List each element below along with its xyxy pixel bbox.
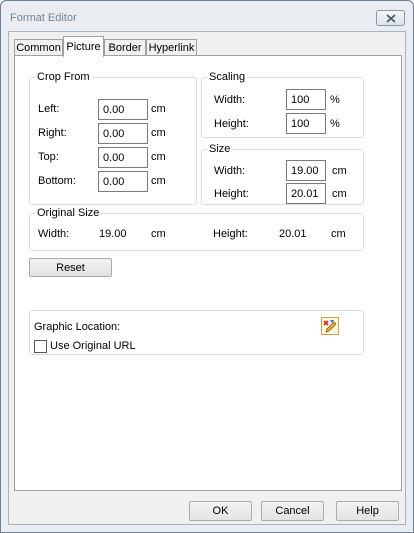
title-bar: Format Editor: [1, 1, 413, 33]
size-width-label: Width:: [214, 165, 246, 177]
close-icon: [386, 14, 396, 23]
scaling-height-unit: %: [330, 118, 340, 130]
original-height-unit: cm: [331, 228, 346, 240]
scaling-width-input[interactable]: [286, 89, 326, 110]
help-button[interactable]: Help: [336, 501, 399, 521]
size-title: Size: [207, 143, 233, 155]
crop-bottom-label: Bottom:: [38, 175, 76, 187]
ok-button[interactable]: OK: [189, 501, 252, 521]
crop-right-label: Right:: [38, 127, 67, 139]
scaling-width-unit: %: [330, 94, 340, 106]
scaling-group: Scaling Width: % Height: %: [201, 71, 364, 138]
tab-label: Hyperlink: [148, 42, 195, 54]
original-height-label: Height:: [213, 228, 248, 240]
crop-right-unit: cm: [151, 127, 166, 139]
dialog-client-area: Common Picture Border Hyperlink Crop Fro…: [8, 31, 406, 525]
cancel-button[interactable]: Cancel: [261, 501, 324, 521]
edit-pencil-icon[interactable]: [321, 317, 339, 335]
crop-top-input[interactable]: [98, 147, 148, 168]
original-width-value: 19.00: [99, 228, 127, 240]
picture-tab-panel: Crop From Left: cm Right: cm Top: cm Bot…: [14, 55, 402, 491]
size-width-input[interactable]: [286, 160, 326, 181]
graphic-location-group: Graphic Location: Use Original URL: [29, 310, 364, 355]
crop-top-label: Top:: [38, 151, 59, 163]
size-group: Size Width: cm Height: cm: [201, 143, 364, 205]
size-width-unit: cm: [332, 165, 347, 177]
original-size-title: Original Size: [35, 207, 102, 219]
tab-label: Border: [108, 42, 142, 54]
size-height-unit: cm: [332, 188, 347, 200]
original-width-label: Width:: [38, 228, 70, 240]
close-button[interactable]: [376, 10, 405, 26]
original-width-unit: cm: [151, 228, 166, 240]
tab-hyperlink[interactable]: Hyperlink: [146, 39, 197, 56]
original-height-value: 20.01: [279, 228, 307, 240]
scaling-height-label: Height:: [214, 118, 249, 130]
tab-label: Picture: [66, 41, 101, 53]
crop-bottom-unit: cm: [151, 175, 166, 187]
scaling-width-label: Width:: [214, 94, 246, 106]
graphic-location-label: Graphic Location:: [34, 321, 121, 333]
scaling-title: Scaling: [207, 71, 248, 83]
scaling-height-input[interactable]: [286, 113, 326, 134]
tab-common[interactable]: Common: [14, 39, 63, 56]
reset-button[interactable]: Reset: [29, 258, 112, 277]
crop-from-title: Crop From: [35, 71, 92, 83]
format-editor-dialog: Format Editor Common Picture Border Hype…: [0, 0, 414, 533]
tab-picture[interactable]: Picture: [63, 36, 104, 57]
crop-bottom-input[interactable]: [98, 171, 148, 192]
original-size-group: Original Size Width: 19.00 cm Height: 20…: [29, 207, 364, 251]
window-title: Format Editor: [10, 12, 77, 24]
use-original-url-checkbox[interactable]: [34, 340, 47, 353]
tab-label: Common: [16, 42, 61, 54]
crop-right-input[interactable]: [98, 123, 148, 144]
crop-left-unit: cm: [151, 103, 166, 115]
use-original-url-label: Use Original URL: [50, 340, 136, 352]
crop-top-unit: cm: [151, 151, 166, 163]
crop-left-input[interactable]: [98, 99, 148, 120]
size-height-label: Height:: [214, 188, 249, 200]
size-height-input[interactable]: [286, 183, 326, 204]
crop-left-label: Left:: [38, 103, 60, 115]
crop-from-group: Crop From Left: cm Right: cm Top: cm Bot…: [29, 71, 197, 205]
tab-border[interactable]: Border: [104, 39, 146, 56]
